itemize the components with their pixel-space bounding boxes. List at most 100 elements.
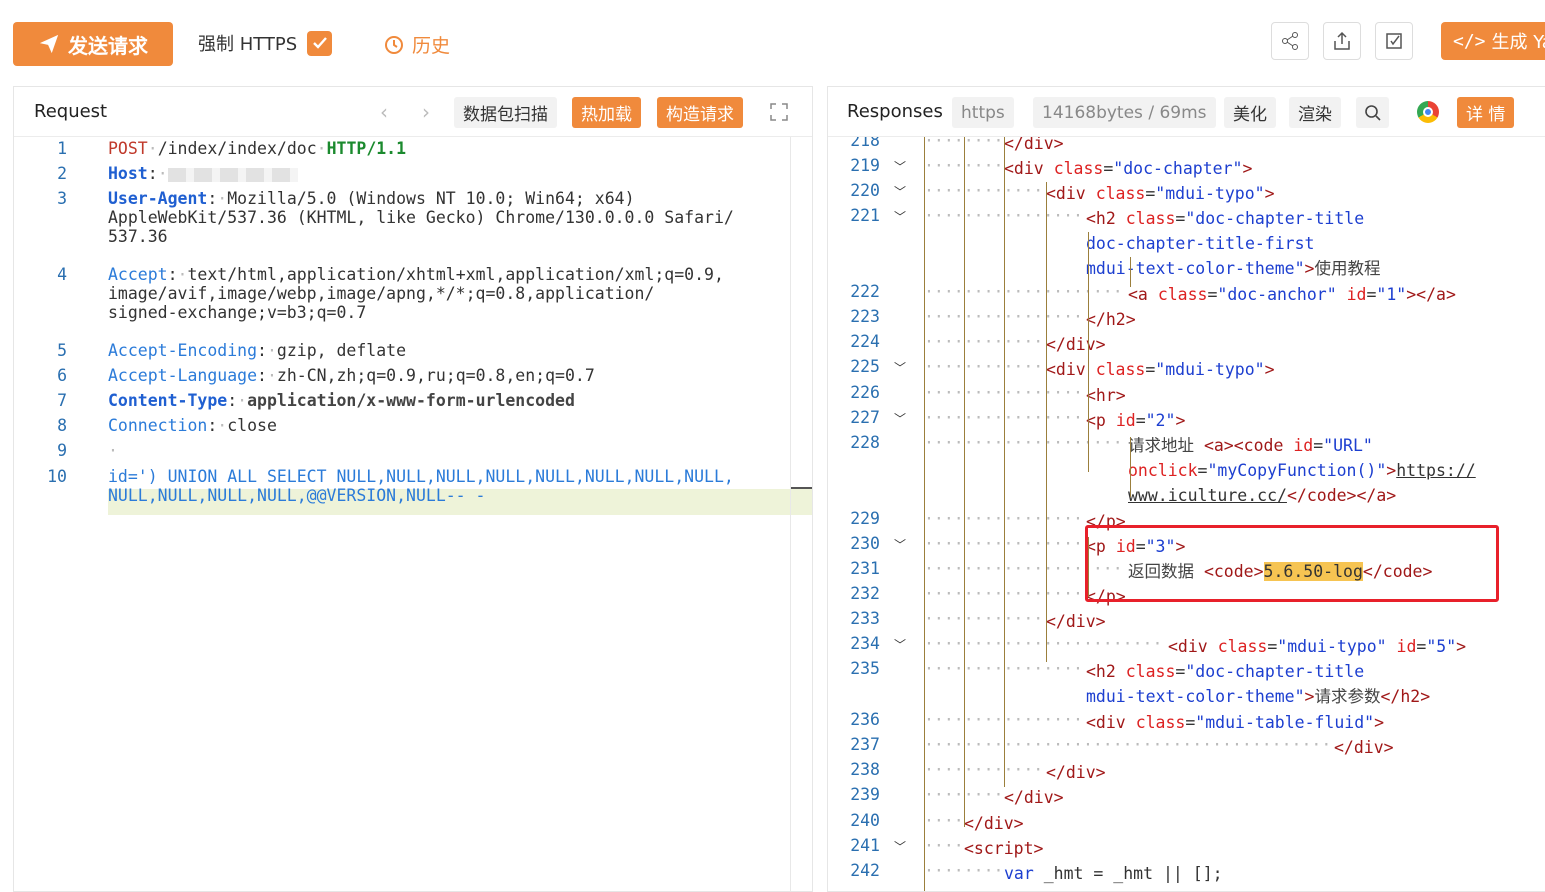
response-panel: Responses https 14168bytes / 69ms 美化 渲染 …	[827, 86, 1545, 892]
indent-guide-dots: ············	[924, 332, 1044, 351]
response-code-line: <script>	[964, 839, 1044, 858]
line-number: 231	[850, 559, 880, 578]
header-line: Host:·	[108, 164, 298, 183]
indent-guide	[964, 137, 965, 827]
response-code-line: <h2 class="doc-chapter-title mdui-text-co…	[1086, 662, 1431, 706]
response-stats: 14168bytes / 69ms	[1033, 97, 1216, 128]
protocol-tag: https	[952, 97, 1014, 128]
paper-plane-icon	[39, 34, 59, 54]
clock-icon	[385, 35, 403, 54]
chevron-left-icon[interactable]: ‹	[380, 100, 388, 124]
edit-icon	[1386, 33, 1402, 49]
indent-guide-dots: ····	[924, 836, 964, 855]
indent-guide-dots: ····	[924, 811, 964, 830]
request-body: id=') UNION ALL SELECT NULL,NULL,NULL,NU…	[108, 467, 734, 505]
build-request-button[interactable]: 构造请求	[657, 97, 743, 128]
history-button[interactable]: 历史	[384, 31, 450, 58]
indent-guide-dots: ····················	[924, 433, 1123, 452]
share-icon	[1282, 32, 1298, 50]
header-line: Accept-Encoding:·gzip, deflate	[108, 341, 407, 360]
response-code-line: <p id="2">	[1086, 411, 1186, 430]
beautify-button[interactable]: 美化	[1224, 97, 1276, 128]
indent-guide	[924, 137, 925, 891]
fold-chevron-icon[interactable]: ﹀	[894, 183, 906, 200]
response-code-line: </div>	[1334, 738, 1394, 757]
line-number: 1	[57, 139, 67, 158]
indent-guide-dots: ····················	[924, 282, 1123, 301]
http-method: POST	[108, 139, 148, 158]
line-number: 239	[850, 785, 880, 804]
fold-chevron-icon[interactable]: ﹀	[894, 359, 906, 376]
line-number: 237	[850, 735, 880, 754]
send-request-button[interactable]: 发送请求	[13, 22, 173, 66]
line-number: 241	[850, 836, 880, 855]
line-number: 230	[850, 534, 880, 553]
request-editor[interactable]: 1 2 3 4 5 6 7 8 9 10 POST·/index/index/d…	[14, 137, 812, 891]
scroll-marker	[790, 487, 812, 489]
line-number: 242	[850, 861, 880, 880]
indent-guide-dots: ························	[924, 634, 1163, 653]
line-number: 220	[850, 181, 880, 200]
packet-scan-button[interactable]: 数据包扫描	[454, 97, 557, 128]
header-line: Accept:·text/html,application/xhtml+xml,…	[108, 265, 724, 322]
line-number: 228	[850, 433, 880, 452]
search-button[interactable]	[1356, 97, 1389, 128]
line-number: 238	[850, 760, 880, 779]
line-number: 8	[57, 416, 67, 435]
response-code-line: <div class="doc-chapter">	[1004, 159, 1253, 178]
fold-chevron-icon[interactable]: ﹀	[894, 410, 906, 427]
chrome-icon[interactable]	[1417, 101, 1439, 123]
force-https-toggle[interactable]: 强制 HTTPS	[198, 30, 333, 56]
header-key: User-Agent	[108, 189, 208, 208]
fold-chevron-icon[interactable]: ﹀	[894, 536, 906, 553]
header-key: Host	[108, 164, 148, 183]
http-protocol: HTTP/1.1	[326, 139, 407, 158]
generate-button[interactable]: </> 生成 Ya	[1441, 22, 1545, 60]
indent-guide	[1046, 182, 1047, 662]
line-number: 226	[850, 383, 880, 402]
header-value: text/html,application/xhtml+xml,applicat…	[108, 265, 724, 322]
response-code-line: </div>	[1004, 788, 1064, 807]
hot-reload-button[interactable]: 热加载	[572, 97, 641, 128]
generate-label: 生成 Ya	[1491, 32, 1545, 53]
share-button[interactable]	[1271, 22, 1309, 60]
indent-guide-dots: ········································…	[924, 735, 1332, 754]
edit-button[interactable]	[1375, 22, 1413, 60]
response-code-line: <a class="doc-anchor" id="1"></a>	[1128, 285, 1456, 304]
header-value: gzip, deflate	[276, 341, 407, 360]
redacted-host	[167, 167, 298, 182]
check-icon[interactable]	[307, 30, 333, 56]
fold-chevron-icon[interactable]: ﹀	[894, 636, 906, 653]
line-number: 5	[57, 341, 67, 360]
header-line: Content-Type:·application/x-www-form-url…	[108, 391, 575, 410]
response-code-line: </div>	[1046, 335, 1106, 354]
response-code-line: <div class="mdui-typo" id="5">	[1168, 637, 1467, 656]
indent-guide-dots: ············	[924, 760, 1044, 779]
history-label: 历史	[412, 35, 451, 57]
chevron-right-icon[interactable]: ›	[422, 100, 430, 124]
fold-chevron-icon[interactable]: ﹀	[894, 158, 906, 175]
request-line: POST·/index/index/doc·HTTP/1.1	[108, 139, 407, 158]
responses-title: Responses	[847, 101, 943, 122]
details-button[interactable]: 详 情	[1457, 97, 1515, 128]
line-number: 9	[57, 441, 67, 460]
fold-chevron-icon[interactable]: ﹀	[894, 208, 906, 225]
line-number: 222	[850, 282, 880, 301]
fold-chevron-icon[interactable]: ﹀	[894, 838, 906, 855]
line-number: 221	[850, 206, 880, 225]
response-code-line: 请求地址 <a><code id="URL" onclick="myCopyFun…	[1128, 436, 1476, 505]
export-button[interactable]	[1323, 22, 1361, 60]
response-code-line: </div>	[1046, 612, 1106, 631]
scrollbar-track[interactable]	[790, 137, 791, 891]
render-button[interactable]: 渲染	[1289, 97, 1341, 128]
header-key: Accept-Language	[108, 366, 258, 385]
indent-guide-dots: ············	[924, 609, 1044, 628]
line-number: 219	[850, 156, 880, 175]
line-number: 2	[57, 164, 67, 183]
indent-guide-dots: ············	[924, 357, 1044, 376]
header-value: zh-CN,zh;q=0.9,ru;q=0.8,en;q=0.7	[276, 366, 595, 385]
response-code-line: </div>	[964, 814, 1024, 833]
response-viewer[interactable]: 218········</div>219﹀········<div class=…	[828, 137, 1545, 891]
indent-guide-dots: ············	[924, 181, 1044, 200]
fullscreen-icon[interactable]	[770, 103, 788, 121]
